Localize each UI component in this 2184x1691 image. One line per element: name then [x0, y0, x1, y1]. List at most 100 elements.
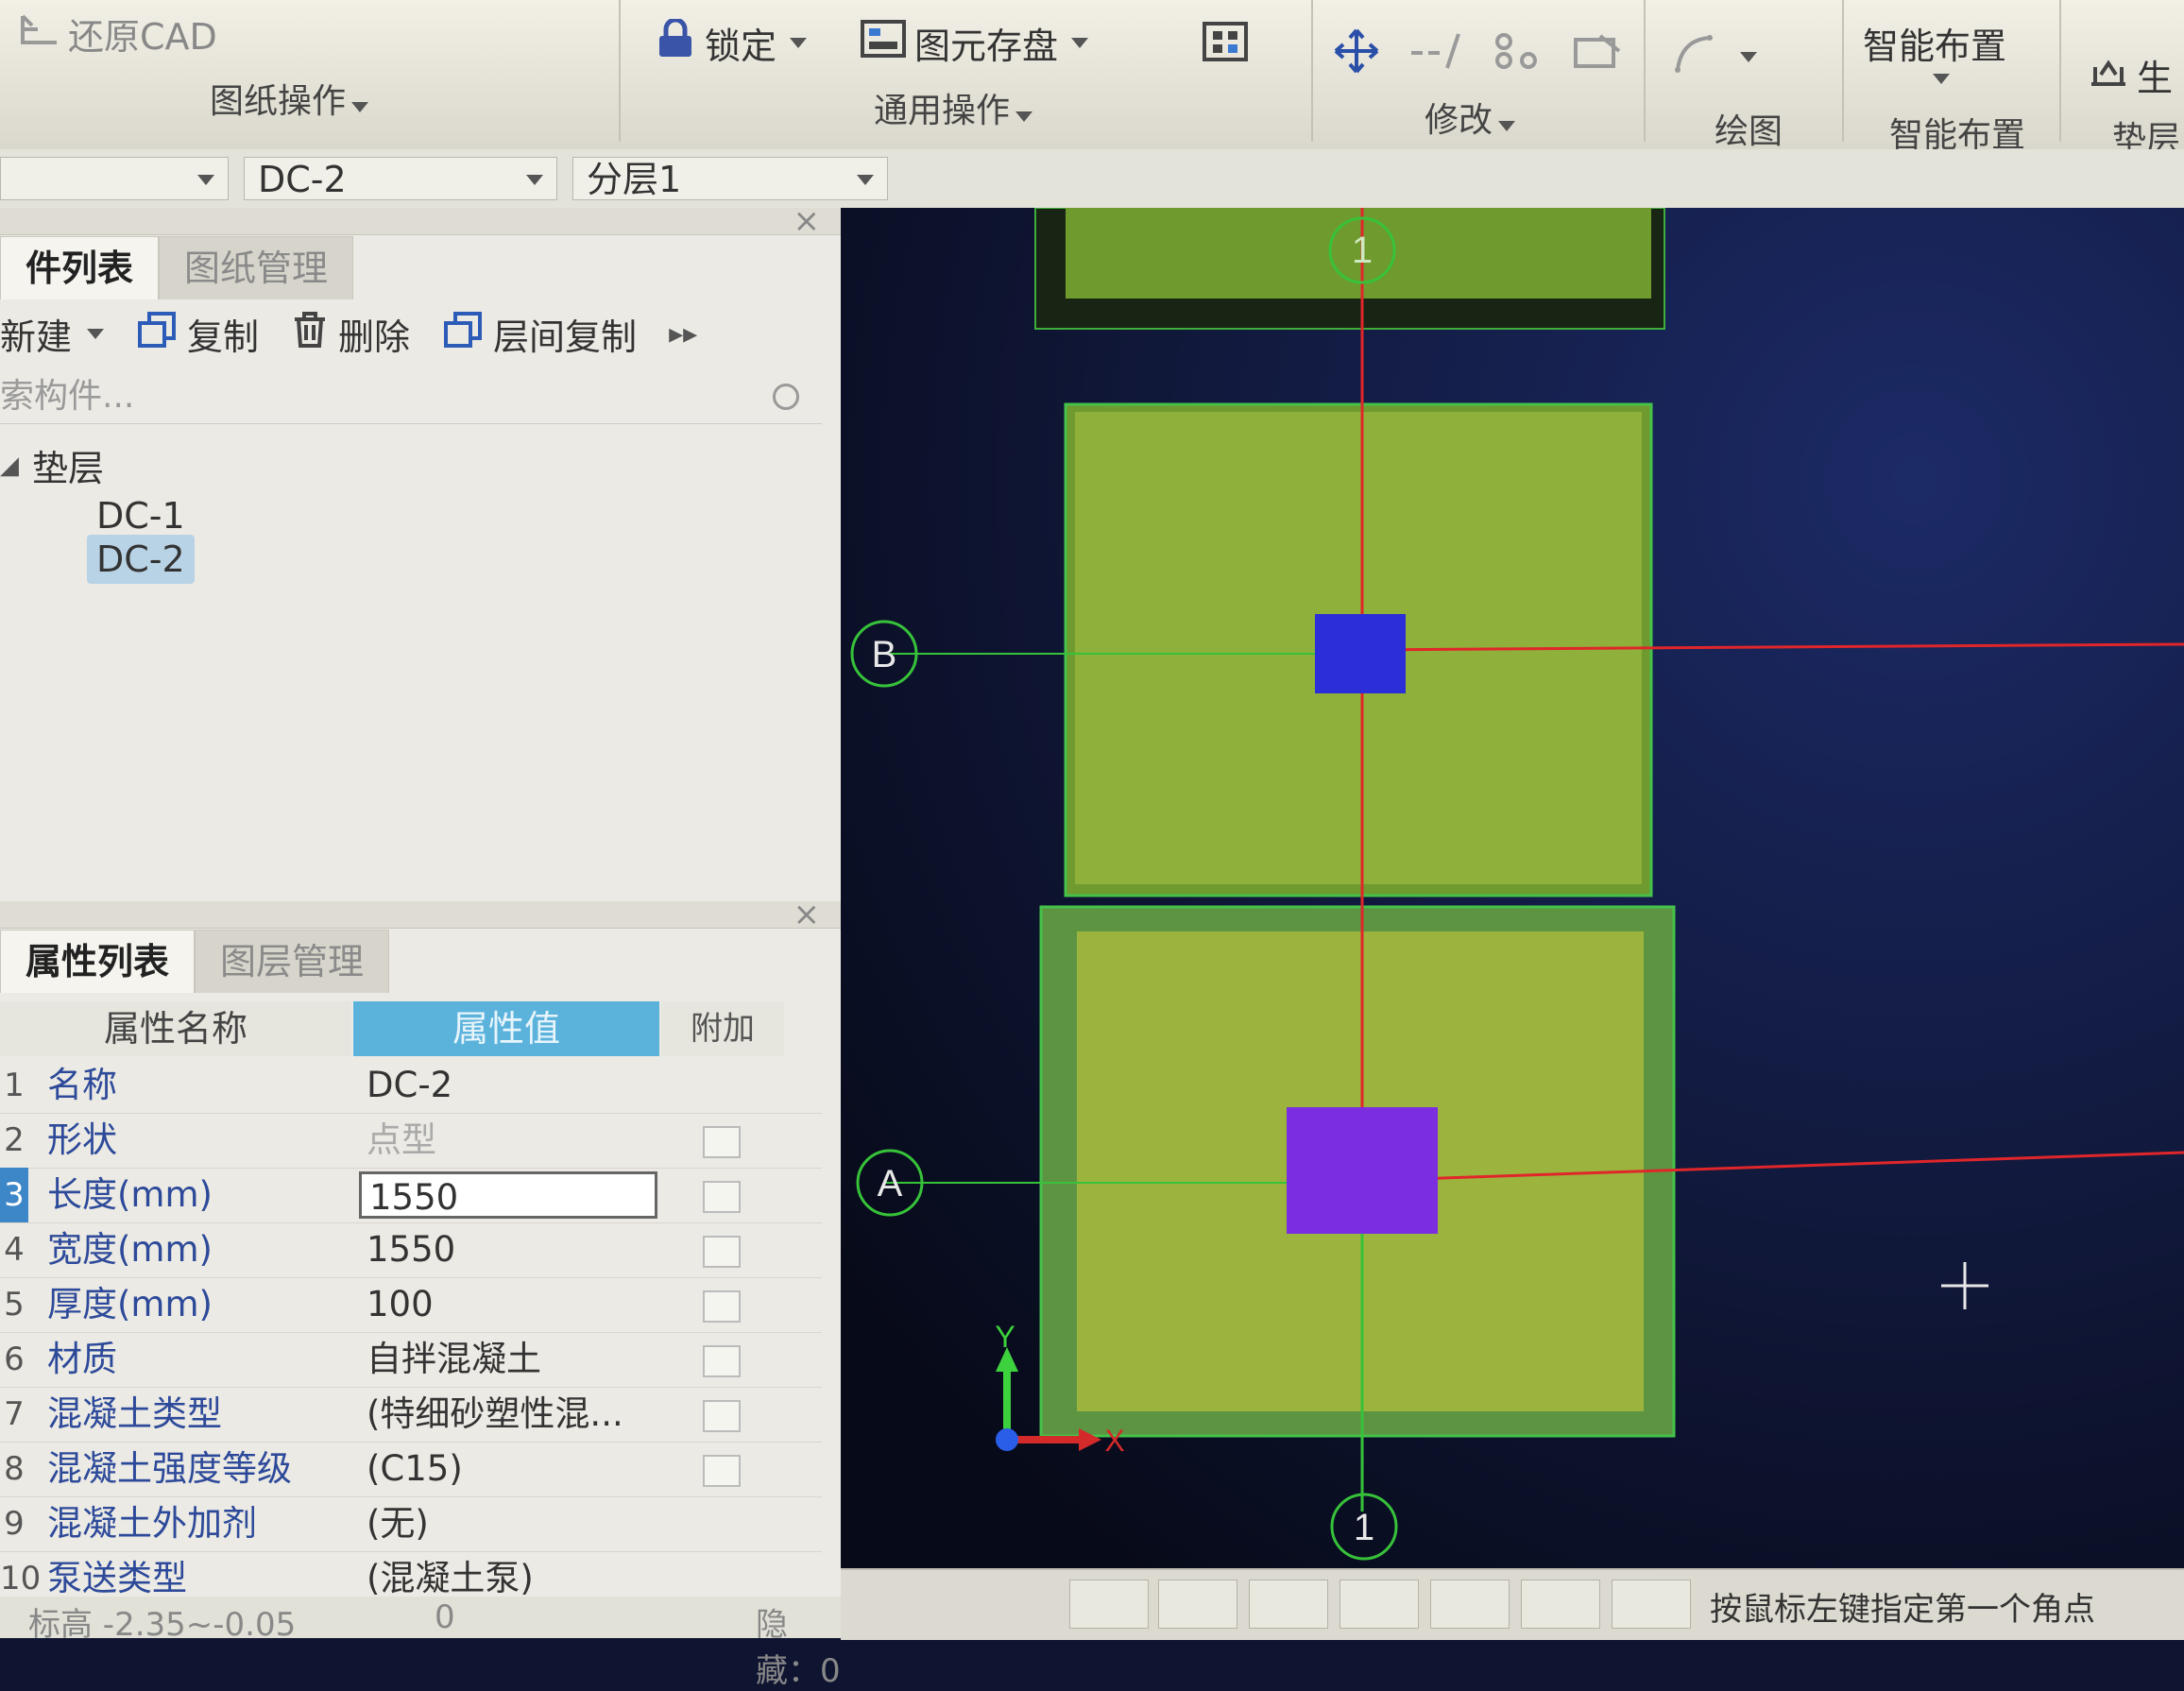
component-panel-header: ×: [0, 202, 841, 240]
property-name: 名称: [47, 1065, 117, 1105]
extra-checkbox[interactable]: [703, 1126, 741, 1158]
tab-layer-management[interactable]: 图层管理: [195, 930, 390, 993]
property-value[interactable]: DC-2: [367, 1058, 452, 1113]
lock-button[interactable]: 锁定: [654, 17, 808, 69]
drawing-canvas[interactable]: 1 B A 1 Y X: [841, 207, 2184, 1568]
property-value[interactable]: 100: [367, 1277, 434, 1332]
column-header-extra[interactable]: 附加: [661, 1001, 784, 1056]
property-name: 长度(mm): [47, 1174, 213, 1215]
modify-group[interactable]: 修改: [1425, 93, 1516, 142]
tab-drawing-management[interactable]: 图纸管理: [159, 236, 354, 299]
chevron-down-icon: [87, 328, 105, 339]
arc-icon: [1672, 32, 1727, 82]
close-icon[interactable]: ×: [793, 202, 821, 240]
ribbon-divider: [1644, 0, 1646, 142]
ortho-toggle-icon[interactable]: [1069, 1580, 1149, 1629]
search-placeholder: 索构件...: [0, 377, 135, 416]
tab-component-list[interactable]: 件列表: [0, 236, 160, 299]
angle-snap-icon[interactable]: [1339, 1580, 1419, 1629]
dynamic-input-icon[interactable]: [1430, 1580, 1510, 1629]
row-number: 4: [4, 1231, 25, 1269]
array-icon[interactable]: [1491, 30, 1544, 80]
copy-icon: [136, 310, 178, 358]
drawing-ops-group[interactable]: 图纸操作: [210, 74, 369, 123]
command-prompt: 按鼠标左键指定第一个角点: [1710, 1591, 2095, 1629]
property-row[interactable]: 8 混凝土强度等级 (C15): [0, 1442, 822, 1497]
generate-button[interactable]: 生: [2088, 49, 2173, 101]
property-row[interactable]: 3 长度(mm) 1550: [0, 1168, 822, 1223]
chevron-down-icon: [351, 102, 369, 112]
type-selector[interactable]: [0, 157, 229, 200]
property-row[interactable]: 1 名称 DC-2: [0, 1058, 822, 1114]
property-name: 混凝土类型: [47, 1393, 222, 1434]
extend-icon[interactable]: [1409, 30, 1462, 80]
property-value[interactable]: (C15): [367, 1442, 463, 1496]
offset-icon[interactable]: [1572, 30, 1625, 80]
row-number: 7: [4, 1395, 25, 1433]
property-row[interactable]: 2 形状 点型: [0, 1113, 822, 1169]
arc-tool-button[interactable]: [1672, 32, 1757, 82]
cross-select-icon[interactable]: [1249, 1580, 1328, 1629]
component-search-input[interactable]: 索构件...: [0, 370, 822, 424]
smart-layout-button[interactable]: 智能布置: [1863, 17, 2006, 69]
arc-snap-icon[interactable]: [1612, 1580, 1691, 1629]
more-tools-icon[interactable]: ▸▸: [669, 317, 697, 350]
column-a1[interactable]: [1287, 1107, 1438, 1234]
component-selector[interactable]: DC-2: [244, 157, 557, 200]
tab-property-list[interactable]: 属性列表: [0, 930, 196, 993]
rect-select-icon[interactable]: [1158, 1580, 1237, 1629]
tree-item-dc2[interactable]: DC-2: [87, 535, 195, 584]
ucs-y-label: Y: [995, 1320, 1015, 1354]
extra-checkbox[interactable]: [703, 1181, 741, 1213]
extra-checkbox[interactable]: [703, 1400, 741, 1432]
extra-checkbox[interactable]: [703, 1345, 741, 1377]
property-row[interactable]: 5 厚度(mm) 100: [0, 1277, 822, 1333]
property-value[interactable]: 点型: [367, 1113, 436, 1168]
tree-group-cushion[interactable]: ◢ 垫层: [0, 439, 104, 491]
drawing-svg: 1 B A 1 Y X: [841, 207, 2184, 1568]
property-value[interactable]: 1550: [367, 1222, 455, 1277]
sublayer-selector[interactable]: 分层1: [572, 157, 888, 200]
expand-triangle-icon[interactable]: ◢: [0, 452, 19, 480]
new-button[interactable]: 新建: [0, 308, 105, 360]
move-icon[interactable]: [1332, 26, 1381, 84]
extra-checkbox[interactable]: [703, 1455, 741, 1487]
display-toggle-icon[interactable]: [1521, 1580, 1600, 1629]
elevation-partial-value: 0: [435, 1598, 455, 1636]
property-name: 厚度(mm): [47, 1284, 213, 1324]
element-save-button[interactable]: 图元存盘: [860, 17, 1089, 69]
extra-checkbox[interactable]: [703, 1236, 741, 1268]
column-header-name[interactable]: 属性名称: [0, 1001, 351, 1056]
property-panel-header: ×: [0, 896, 841, 933]
row-number: 1: [4, 1067, 25, 1104]
chevron-down-icon: [197, 175, 214, 185]
tree-item-dc1[interactable]: DC-1: [87, 491, 195, 540]
property-value[interactable]: 自拌混凝土: [367, 1332, 541, 1387]
delete-button[interactable]: 删除: [291, 308, 410, 360]
lock-label: 锁定: [705, 26, 777, 67]
floor-copy-button[interactable]: 层间复制: [442, 308, 637, 360]
property-row[interactable]: 4 宽度(mm) 1550: [0, 1222, 822, 1278]
footing-top-partial[interactable]: [1034, 207, 1665, 330]
property-value[interactable]: (无): [367, 1496, 429, 1551]
length-input[interactable]: 1550: [359, 1171, 657, 1219]
property-row[interactable]: 7 混凝土类型 (特细砂塑性混...: [0, 1387, 822, 1443]
restore-cad-button[interactable]: 还原CAD: [19, 8, 217, 60]
generate-label: 生: [2137, 58, 2174, 99]
common-ops-group[interactable]: 通用操作: [874, 83, 1033, 132]
chevron-down-icon: [1740, 52, 1757, 62]
property-value[interactable]: (特细砂塑性混...: [367, 1387, 623, 1442]
property-row[interactable]: 9 混凝土外加剂 (无): [0, 1496, 822, 1552]
column-b1[interactable]: [1315, 614, 1406, 693]
component-toolbar: 新建 复制 删除 层间复制 ▸▸: [0, 302, 841, 365]
search-icon[interactable]: [773, 384, 799, 410]
property-row[interactable]: 6 材质 自拌混凝土: [0, 1332, 822, 1388]
view-grid-button[interactable]: [1202, 21, 1249, 71]
extra-checkbox[interactable]: [703, 1290, 741, 1323]
column-header-value[interactable]: 属性值: [353, 1001, 659, 1056]
chevron-down-icon: [1015, 111, 1033, 122]
modify-label: 修改: [1425, 101, 1493, 140]
chevron-down-icon: [526, 175, 543, 185]
close-icon[interactable]: ×: [793, 896, 821, 933]
copy-button[interactable]: 复制: [136, 308, 259, 360]
